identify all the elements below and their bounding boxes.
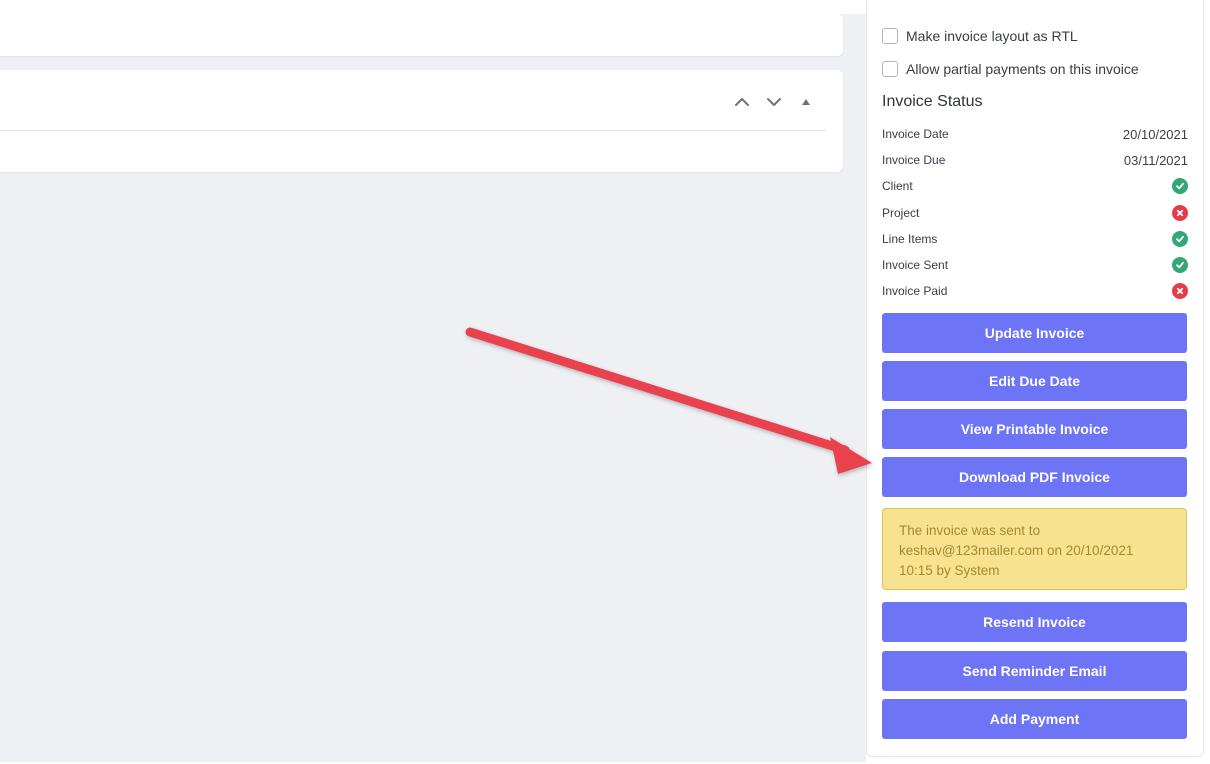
status-label: Client xyxy=(882,179,913,193)
rtl-checkbox[interactable] xyxy=(882,28,898,44)
download-pdf-invoice-button[interactable]: Download PDF Invoice xyxy=(882,457,1187,497)
check-circle-icon xyxy=(1172,231,1188,247)
update-invoice-button[interactable]: Update Invoice xyxy=(882,313,1187,353)
chevron-up-icon[interactable] xyxy=(731,92,753,112)
status-row-invoice-sent: Invoice Sent xyxy=(882,256,1188,274)
send-reminder-email-button[interactable]: Send Reminder Email xyxy=(882,651,1187,691)
status-row-client: Client xyxy=(882,177,1188,195)
view-printable-invoice-button[interactable]: View Printable Invoice xyxy=(882,409,1187,449)
chevron-down-icon[interactable] xyxy=(763,92,785,112)
status-label: Line Items xyxy=(882,232,938,246)
status-label: Invoice Date xyxy=(882,127,949,141)
invoice-status-title: Invoice Status xyxy=(882,93,983,110)
caret-up-icon[interactable] xyxy=(795,92,817,112)
status-label: Project xyxy=(882,206,920,220)
x-circle-icon xyxy=(1172,205,1188,221)
invoice-sent-notice: The invoice was sent to keshav@123mailer… xyxy=(882,508,1187,590)
status-row-project: Project xyxy=(882,204,1188,222)
invoice-sidebar-panel: Make invoice layout as RTL Allow partial… xyxy=(866,0,1204,757)
resend-invoice-button[interactable]: Resend Invoice xyxy=(882,602,1187,642)
card-divider xyxy=(0,130,826,131)
status-value: 20/10/2021 xyxy=(1122,126,1188,142)
check-circle-icon xyxy=(1172,257,1188,273)
collapsible-card xyxy=(0,70,843,172)
status-label: Invoice Sent xyxy=(882,258,949,272)
status-label: Invoice Due xyxy=(882,153,946,167)
add-payment-button[interactable]: Add Payment xyxy=(882,699,1187,739)
partial-payments-option[interactable]: Allow partial payments on this invoice xyxy=(882,59,1139,79)
check-circle-icon xyxy=(1172,178,1188,194)
status-label: Invoice Paid xyxy=(882,284,948,298)
status-value: 03/11/2021 xyxy=(1123,152,1188,168)
main-content-area xyxy=(0,14,866,762)
status-row-invoice-paid: Invoice Paid xyxy=(882,282,1188,300)
top-card xyxy=(0,14,843,56)
x-circle-icon xyxy=(1172,283,1188,299)
rtl-option[interactable]: Make invoice layout as RTL xyxy=(882,26,1078,46)
status-row-invoice-date: Invoice Date 20/10/2021 xyxy=(882,125,1188,143)
partial-payments-checkbox[interactable] xyxy=(882,61,898,77)
card-controls xyxy=(731,92,817,112)
partial-payments-label: Allow partial payments on this invoice xyxy=(906,61,1139,77)
status-row-line-items: Line Items xyxy=(882,230,1188,248)
edit-due-date-button[interactable]: Edit Due Date xyxy=(882,361,1187,401)
rtl-label: Make invoice layout as RTL xyxy=(906,28,1078,44)
status-row-invoice-due: Invoice Due 03/11/2021 xyxy=(882,151,1188,169)
